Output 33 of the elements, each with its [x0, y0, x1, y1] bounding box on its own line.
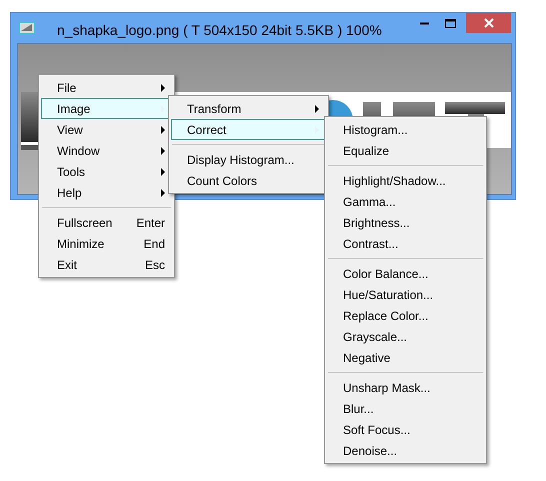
menu-item[interactable]: Negative — [327, 347, 484, 368]
maximize-icon — [444, 18, 456, 28]
menu-item[interactable]: Correct — [171, 119, 326, 140]
menu-item[interactable]: File — [41, 77, 172, 98]
window-title: n_shapka_logo.png ( T 504x150 24bit 5.5KB ) 100% — [57, 21, 382, 40]
menu-item[interactable]: Minimize End — [41, 233, 172, 254]
menu-item[interactable]: Transform — [171, 98, 326, 119]
menu-item[interactable]: Denoise... — [327, 440, 484, 461]
menu-item[interactable]: Gamma... — [327, 191, 484, 212]
menu-item[interactable]: Tools — [41, 161, 172, 182]
menu-item[interactable]: Highlight/Shadow... — [327, 170, 484, 191]
menu-item[interactable]: Soft Focus... — [327, 419, 484, 440]
menu-item[interactable]: Color Balance... — [327, 263, 484, 284]
close-icon — [484, 18, 494, 28]
app-icon — [19, 22, 35, 34]
menu-item[interactable]: Exit Esc — [41, 254, 172, 275]
menu-item[interactable]: Contrast... — [327, 233, 484, 254]
menu-item[interactable]: View — [41, 119, 172, 140]
menu-item[interactable]: Replace Color... — [327, 305, 484, 326]
menu-item[interactable]: Hue/Saturation... — [327, 284, 484, 305]
menu-item[interactable]: Help — [41, 182, 172, 203]
menu-item[interactable]: Histogram... — [327, 119, 484, 140]
menu-item[interactable]: Window — [41, 140, 172, 161]
close-button[interactable] — [466, 13, 511, 33]
menu-item[interactable]: Equalize — [327, 140, 484, 161]
menu-item[interactable]: Brightness... — [327, 212, 484, 233]
menu-item[interactable]: Blur... — [327, 398, 484, 419]
menu-item[interactable]: Fullscreen Enter — [41, 212, 172, 233]
menu-item[interactable]: Grayscale... — [327, 326, 484, 347]
menu-item[interactable]: Count Colors — [171, 170, 326, 191]
menu-item[interactable]: Display Histogram... — [171, 149, 326, 170]
minimize-icon — [420, 22, 428, 24]
menu-item[interactable]: Unsharp Mask... — [327, 377, 484, 398]
